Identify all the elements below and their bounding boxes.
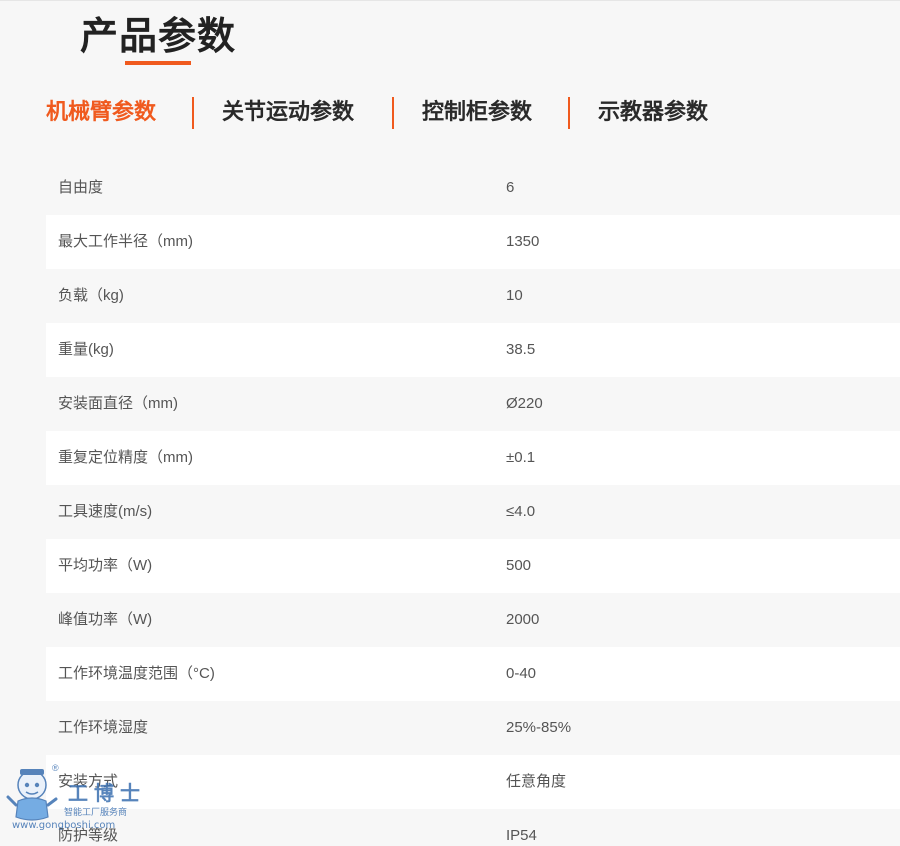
spec-label: 工具速度(m/s) [58,503,153,520]
table-row: 自由度 6 [46,161,900,215]
page-title: 产品参数 [80,14,237,58]
spec-value: 38.5 [506,341,536,358]
table-row: 平均功率（W) 500 [46,539,900,593]
tab-control-cabinet-params[interactable]: 控制柜参数 [422,95,532,131]
table-row: 重复定位精度（mm) ±0.1 [46,431,900,485]
spec-label: 平均功率（W) [58,557,153,574]
spec-label: 工作环境湿度 [58,719,149,736]
spec-value: 10 [506,287,523,304]
product-params-page: 产品参数 机械臂参数 关节运动参数 控制柜参数 示教器参数 自由度 6 最大工作… [0,0,900,846]
spec-label: 安装面直径（mm) [58,395,178,412]
watermark-url: www.gongboshi.com [12,820,116,831]
table-row: 工具速度(m/s) ≤4.0 [46,485,900,539]
mascot-icon [6,769,58,821]
table-row: 防护等级 IP54 [46,809,900,846]
table-row: 安装面直径（mm) Ø220 [46,377,900,431]
table-row: 安装方式 任意角度 [46,755,900,809]
param-tabs: 机械臂参数 关节运动参数 控制柜参数 示教器参数 [0,95,900,131]
table-row: 最大工作半径（mm) 1350 [46,215,900,269]
spec-label: 峰值功率（W) [58,611,153,628]
tab-separator [392,97,394,129]
spec-value: 任意角度 [506,773,567,790]
spec-value: 500 [506,557,532,574]
table-row: 负载（kg) 10 [46,269,900,323]
tab-separator [192,97,194,129]
table-row: 工作环境湿度 25%-85% [46,701,900,755]
spec-value: 25%-85% [506,719,572,736]
table-row: 工作环境温度范围（°C) 0-40 [46,647,900,701]
watermark-brand: 工博士 [68,781,146,805]
spec-label: 最大工作半径（mm) [58,233,193,250]
spec-label: 工作环境温度范围（°C) [58,665,215,682]
spec-label: 自由度 [58,179,104,196]
spec-value: 1350 [506,233,540,250]
spec-value: ±0.1 [506,449,536,466]
spec-value: Ø220 [506,395,543,412]
watermark-tagline: 智能工厂服务商 [64,807,128,817]
title-underline [125,61,191,65]
tab-teach-pendant-params[interactable]: 示教器参数 [598,95,708,131]
spec-label: 重量(kg) [58,341,114,358]
spec-value: 6 [506,179,515,196]
spec-label: 重复定位精度（mm) [58,449,193,466]
spec-value: 2000 [506,611,540,628]
table-row: 重量(kg) 38.5 [46,323,900,377]
spec-value: 0-40 [506,665,537,682]
spec-value: ≤4.0 [506,503,536,520]
spec-value: IP54 [506,827,537,844]
registered-mark: ® [52,763,59,773]
watermark-logo: ® 工博士 智能工厂服务商 www.gongboshi.com [6,763,146,839]
tab-separator [568,97,570,129]
table-row: 峰值功率（W) 2000 [46,593,900,647]
tab-arm-params[interactable]: 机械臂参数 [46,95,156,131]
tab-joint-motion-params[interactable]: 关节运动参数 [222,95,354,131]
spec-table: 自由度 6 最大工作半径（mm) 1350 负载（kg) 10 重量(kg) 3… [46,161,900,846]
spec-label: 负载（kg) [58,287,124,304]
